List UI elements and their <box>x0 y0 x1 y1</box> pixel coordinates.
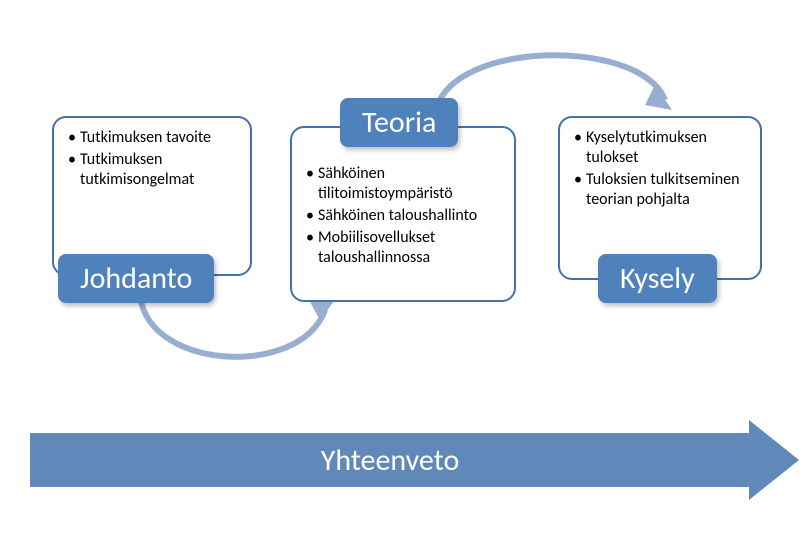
list-item: Sähköinen taloushallinto <box>306 206 500 226</box>
stage-bullets-teoria: Sähköinen tilitoimistoympäristö Sähköine… <box>306 164 500 268</box>
stage-box-johdanto: Tutkimuksen tavoite Tutkimuksen tutkimis… <box>52 116 252 276</box>
list-item: Kyselytutkimuksen tulokset <box>574 128 746 168</box>
stage-title-johdanto: Johdanto <box>58 254 214 303</box>
stage-bullets-johdanto: Tutkimuksen tavoite Tutkimuksen tutkimis… <box>68 128 236 190</box>
stage-title-kysely: Kysely <box>598 254 717 303</box>
summary-arrow-label: Yhteenveto <box>321 442 460 479</box>
arrow-right-icon <box>749 420 799 500</box>
list-item: Sähköinen tilitoimistoympäristö <box>306 164 500 204</box>
list-item: Tutkimuksen tavoite <box>68 128 236 148</box>
stage-title-teoria: Teoria <box>340 98 458 147</box>
summary-arrow-shaft: Yhteenveto <box>30 433 750 487</box>
stage-bullets-kysely: Kyselytutkimuksen tulokset Tuloksien tul… <box>574 128 746 210</box>
summary-arrow: Yhteenveto <box>30 420 800 500</box>
list-item: Tuloksien tulkitseminen teorian pohjalta <box>574 170 746 210</box>
list-item: Mobiilisovellukset taloushallinnossa <box>306 228 500 268</box>
stage-box-teoria: Sähköinen tilitoimistoympäristö Sähköine… <box>290 126 516 302</box>
list-item: Tutkimuksen tutkimisongelmat <box>68 150 236 190</box>
diagram-canvas: Tutkimuksen tavoite Tutkimuksen tutkimis… <box>0 0 812 535</box>
